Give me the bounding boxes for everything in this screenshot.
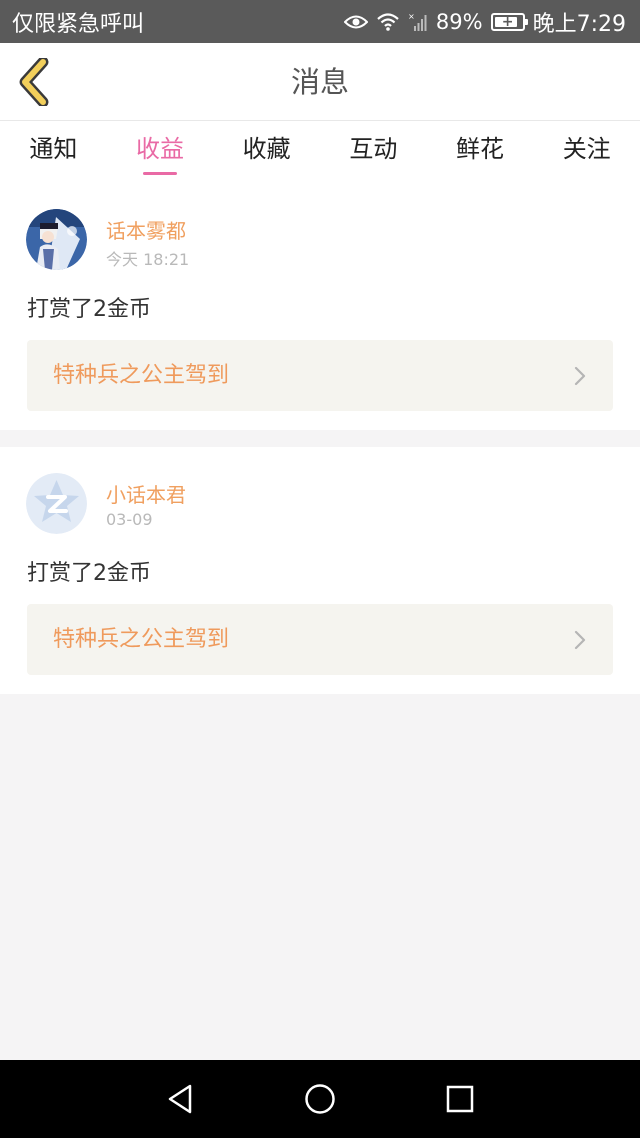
nav-home-button[interactable] — [298, 1077, 342, 1121]
avatar[interactable] — [26, 209, 87, 270]
status-bar: 仅限紧急呼叫 × 89% + 晚上7:29 — [0, 0, 640, 43]
message-list: 话本雾都 今天 18:21 打赏了2金币 特种兵之公主驾到 小话本君 03-09… — [0, 183, 640, 694]
message-time: 今天 18:21 — [106, 250, 190, 269]
svg-text:×: × — [408, 12, 415, 21]
chevron-right-icon — [574, 630, 586, 650]
username[interactable]: 小话本君 — [106, 479, 186, 508]
book-title: 特种兵之公主驾到 — [53, 627, 230, 652]
eye-comfort-icon — [343, 14, 368, 30]
nav-back-button[interactable] — [158, 1077, 202, 1121]
tab-bar: 通知 收益 收藏 互动 鲜花 关注 — [0, 121, 640, 183]
status-icons: × 89% + 晚上7:29 — [343, 6, 626, 38]
wifi-icon — [376, 12, 400, 32]
message-card: 话本雾都 今天 18:21 打赏了2金币 特种兵之公主驾到 — [0, 183, 640, 430]
tab-flowers[interactable]: 鲜花 — [427, 121, 534, 183]
anime-character-avatar-icon — [26, 209, 87, 270]
page-title: 消息 — [290, 65, 349, 99]
carrier-text: 仅限紧急呼叫 — [12, 11, 145, 37]
tab-favorites[interactable]: 收藏 — [213, 121, 320, 183]
battery-percent: 89% — [435, 9, 483, 34]
message-text: 打赏了2金币 — [27, 297, 151, 322]
username[interactable]: 话本雾都 — [106, 215, 186, 244]
book-link[interactable]: 特种兵之公主驾到 — [27, 604, 613, 675]
clock: 晚上7:29 — [532, 11, 626, 37]
avatar[interactable] — [26, 473, 87, 534]
tab-earnings[interactable]: 收益 — [107, 121, 214, 183]
recents-square-icon — [446, 1085, 474, 1113]
book-title: 特种兵之公主驾到 — [53, 363, 230, 388]
chevron-right-icon — [574, 366, 586, 386]
tab-following[interactable]: 关注 — [533, 121, 640, 183]
message-card: 小话本君 03-09 打赏了2金币 特种兵之公主驾到 — [0, 447, 640, 694]
back-triangle-icon — [168, 1084, 192, 1114]
tab-interactions[interactable]: 互动 — [320, 121, 427, 183]
nav-recents-button[interactable] — [438, 1077, 482, 1121]
header: 消息 — [0, 43, 640, 121]
home-circle-icon — [305, 1084, 335, 1114]
message-time: 03-09 — [106, 510, 153, 529]
signal-icon: × — [408, 12, 428, 32]
book-link[interactable]: 特种兵之公主驾到 — [27, 340, 613, 411]
charging-plus-icon: + — [501, 13, 514, 30]
tab-notifications[interactable]: 通知 — [0, 121, 107, 183]
message-text: 打赏了2金币 — [27, 561, 151, 586]
default-z-avatar-icon — [26, 473, 87, 534]
system-nav-bar — [0, 1060, 640, 1138]
battery-icon: + — [490, 12, 528, 31]
